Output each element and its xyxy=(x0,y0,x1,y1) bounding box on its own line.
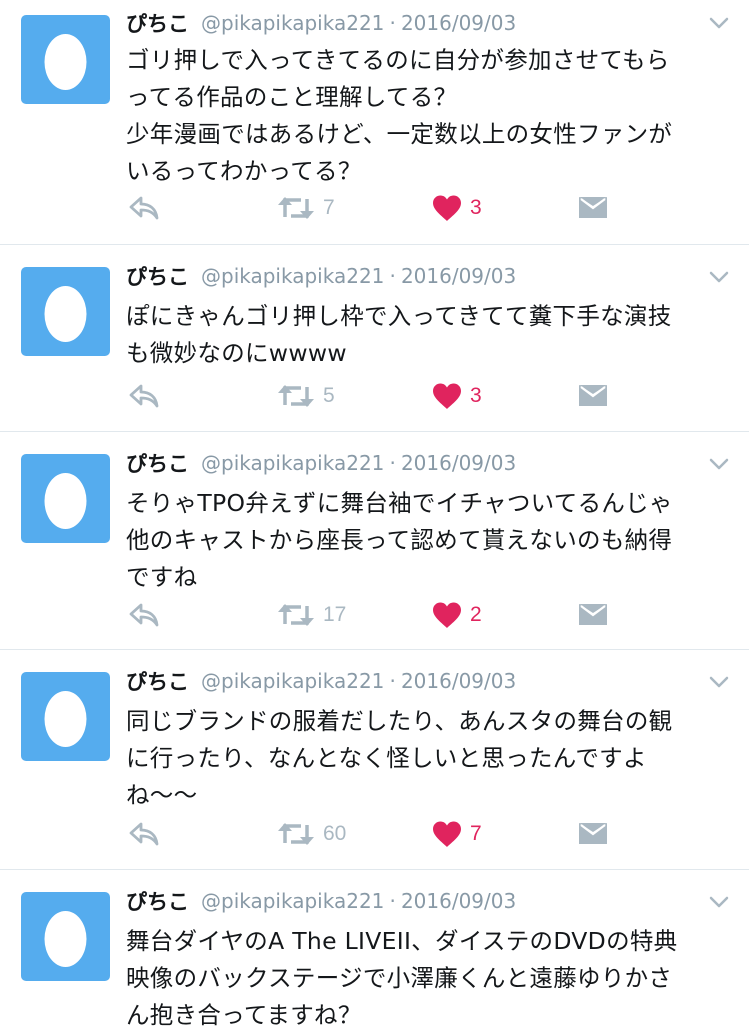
like-button[interactable]: 3 xyxy=(432,378,482,414)
heart-icon xyxy=(433,195,461,221)
egg-avatar-icon xyxy=(44,286,87,342)
retweet-icon xyxy=(278,197,314,219)
user-handle[interactable]: @pikapikapika221 xyxy=(201,11,384,35)
reply-button[interactable] xyxy=(128,378,160,414)
reply-button[interactable] xyxy=(128,597,160,633)
user-handle[interactable]: @pikapikapika221 xyxy=(201,669,384,693)
user-handle[interactable]: @pikapikapika221 xyxy=(201,451,384,475)
separator: · xyxy=(389,11,396,35)
like-count: 7 xyxy=(470,822,482,845)
retweet-button[interactable]: 17 xyxy=(277,597,346,633)
display-name[interactable]: ぴちこ xyxy=(126,890,189,914)
display-name[interactable]: ぴちこ xyxy=(126,670,189,694)
direct-message-button[interactable] xyxy=(578,378,608,414)
avatar[interactable] xyxy=(21,454,110,543)
display-name[interactable]: ぴちこ xyxy=(126,452,189,476)
tweet[interactable]: ぴちこ @pikapikapika221 · 2016/09/03 ぽにきゃんゴリ… xyxy=(0,245,749,432)
caret-down-icon[interactable] xyxy=(709,895,729,909)
reply-button[interactable] xyxy=(128,190,160,226)
tweet-actions: 5 3 xyxy=(0,378,749,414)
user-handle[interactable]: @pikapikapika221 xyxy=(201,889,384,913)
reply-icon xyxy=(129,822,159,846)
separator: · xyxy=(389,264,396,288)
avatar[interactable] xyxy=(21,892,110,981)
retweet-button[interactable]: 5 xyxy=(277,378,335,414)
retweet-count: 17 xyxy=(323,603,347,626)
display-name[interactable]: ぴちこ xyxy=(126,265,189,289)
caret-down-icon[interactable] xyxy=(709,16,729,30)
egg-avatar-icon xyxy=(44,34,87,90)
heart-icon xyxy=(433,821,461,847)
user-handle[interactable]: @pikapikapika221 xyxy=(201,264,384,288)
tweet-date[interactable]: 2016/09/03 xyxy=(401,669,516,693)
caret-down-icon[interactable] xyxy=(709,675,729,689)
retweet-count: 7 xyxy=(323,196,335,219)
direct-message-icon xyxy=(579,604,607,625)
tweet-header: ぴちこ @pikapikapika221 · 2016/09/03 xyxy=(126,8,709,42)
tweet-date[interactable]: 2016/09/03 xyxy=(401,264,516,288)
heart-icon xyxy=(433,383,461,409)
display-name[interactable]: ぴちこ xyxy=(126,12,189,36)
tweet-actions: 7 3 xyxy=(0,190,749,226)
egg-avatar-icon xyxy=(44,473,87,529)
tweet-header: ぴちこ @pikapikapika221 · 2016/09/03 xyxy=(126,261,709,295)
egg-avatar-icon xyxy=(44,911,87,967)
tweet-date[interactable]: 2016/09/03 xyxy=(401,11,516,35)
caret-down-icon[interactable] xyxy=(709,270,729,284)
tweet[interactable]: ぴちこ @pikapikapika221 · 2016/09/03 そりゃTPO弁… xyxy=(0,432,749,650)
reply-button[interactable] xyxy=(128,816,160,852)
direct-message-button[interactable] xyxy=(578,190,608,226)
like-button[interactable]: 2 xyxy=(432,597,482,633)
avatar[interactable] xyxy=(21,267,110,356)
tweet-actions: 17 2 xyxy=(0,597,749,633)
retweet-icon xyxy=(278,823,314,845)
like-count: 2 xyxy=(470,603,482,626)
avatar[interactable] xyxy=(21,672,110,761)
retweet-count: 5 xyxy=(323,384,335,407)
tweet-text: ゴリ押しで入ってきてるのに自分が参加させてもら ってる作品のこと理解してる？ 少… xyxy=(126,46,673,185)
separator: · xyxy=(389,889,396,913)
tweet[interactable]: ぴちこ @pikapikapika221 · 2016/09/03 同じブランドの… xyxy=(0,650,749,870)
like-button[interactable]: 3 xyxy=(432,190,482,226)
tweet-text: 同じブランドの服着だしたり、あんスタの舞台の観 に行ったり、なんとなく怪しいと思… xyxy=(126,707,673,809)
reply-icon xyxy=(129,384,159,408)
tweet-text: ぽにきゃんゴリ押し枠で入ってきてて糞下手な演技 も微妙なのにwwww xyxy=(126,302,672,367)
reply-icon xyxy=(129,196,159,220)
tweet-date[interactable]: 2016/09/03 xyxy=(401,451,516,475)
direct-message-button[interactable] xyxy=(578,597,608,633)
separator: · xyxy=(389,451,396,475)
like-button[interactable]: 7 xyxy=(432,816,482,852)
retweet-button[interactable]: 7 xyxy=(277,190,335,226)
tweet-date[interactable]: 2016/09/03 xyxy=(401,889,516,913)
direct-message-icon xyxy=(579,197,607,218)
tweet-actions: 60 7 xyxy=(0,816,749,852)
tweet-text: そりゃTPO弁えずに舞台袖でイチャついてるんじゃ 他のキャストから座長って認めて… xyxy=(126,489,673,591)
tweet-text: 舞台ダイヤのA The LIVEII、ダイステのDVDの特典 映像のバックステー… xyxy=(126,927,678,1029)
separator: · xyxy=(389,669,396,693)
like-count: 3 xyxy=(470,196,482,219)
like-count: 3 xyxy=(470,384,482,407)
retweet-icon xyxy=(278,604,314,626)
direct-message-icon xyxy=(579,823,607,844)
direct-message-icon xyxy=(579,385,607,406)
avatar[interactable] xyxy=(21,15,110,104)
retweet-icon xyxy=(278,385,314,407)
retweet-count: 60 xyxy=(323,822,347,845)
tweet[interactable]: ぴちこ @pikapikapika221 · 2016/09/03 ゴリ押しで入っ… xyxy=(0,0,749,245)
direct-message-button[interactable] xyxy=(578,816,608,852)
heart-icon xyxy=(433,602,461,628)
tweet-header: ぴちこ @pikapikapika221 · 2016/09/03 xyxy=(126,666,709,700)
tweet-header: ぴちこ @pikapikapika221 · 2016/09/03 xyxy=(126,886,709,920)
caret-down-icon[interactable] xyxy=(709,457,729,471)
retweet-button[interactable]: 60 xyxy=(277,816,346,852)
egg-avatar-icon xyxy=(44,691,87,747)
tweet[interactable]: ぴちこ @pikapikapika221 · 2016/09/03 舞台ダイヤのA… xyxy=(0,870,749,1029)
tweet-header: ぴちこ @pikapikapika221 · 2016/09/03 xyxy=(126,448,709,482)
reply-icon xyxy=(129,603,159,627)
